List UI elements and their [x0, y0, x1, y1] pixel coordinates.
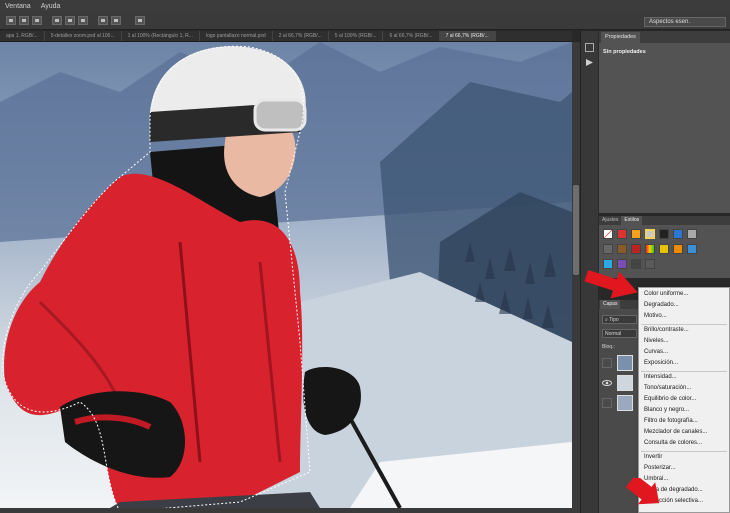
layer-filter-label: Tipo	[609, 317, 619, 323]
lock-label: Bloq.:	[602, 344, 615, 350]
menu-item-curvas[interactable]: Curvas...	[644, 349, 668, 355]
layer-thumbnail[interactable]	[617, 355, 633, 371]
tab-properties[interactable]: Propiedades	[601, 32, 640, 43]
style-rainbow-icon[interactable]	[645, 244, 655, 254]
menu-item-consulta-colores[interactable]: Consulta de colores...	[644, 440, 702, 446]
style-selected-icon[interactable]	[645, 229, 655, 239]
distribute-h-icon[interactable]	[98, 16, 108, 25]
menu-item-equilibrio-color[interactable]: Equilibrio de color...	[644, 396, 696, 402]
red-arrow-icon	[625, 478, 660, 505]
menu-item-filtro-fotografia[interactable]: Filtro de fotografía...	[644, 418, 698, 424]
tab-doc-5[interactable]: 2 al 66,7% (RGB/...	[273, 31, 329, 41]
align-middle-icon[interactable]	[19, 16, 29, 25]
align-bottom-icon[interactable]	[32, 16, 42, 25]
style-brown-icon[interactable]	[617, 244, 627, 254]
menu-item-intensidad[interactable]: Intensidad...	[644, 374, 677, 380]
horizontal-scrollbar[interactable]	[0, 508, 580, 513]
menu-item-exposicion[interactable]: Exposición...	[644, 360, 678, 366]
vertical-scrollbar[interactable]	[572, 42, 580, 508]
layer-visibility-toggle[interactable]	[602, 398, 612, 408]
auto-align-icon[interactable]	[135, 16, 145, 25]
properties-panel: Propiedades Sin propiedades	[598, 31, 730, 213]
style-amber-icon[interactable]	[673, 244, 683, 254]
style-orange-icon[interactable]	[631, 229, 641, 239]
distribute-v-icon[interactable]	[111, 16, 121, 25]
tab-estilos[interactable]: Estilos	[621, 216, 643, 225]
menu-item-niveles[interactable]: Niveles...	[644, 338, 669, 344]
menu-item-motivo[interactable]: Motivo...	[644, 313, 667, 319]
menu-ayuda[interactable]: Ayuda	[36, 3, 66, 10]
vertical-scroll-thumb[interactable]	[573, 185, 579, 275]
style-red-icon[interactable]	[617, 229, 627, 239]
no-properties-text: Sin propiedades	[603, 49, 646, 55]
style-blue-icon[interactable]	[673, 229, 683, 239]
ski-photo	[0, 42, 572, 508]
workspace-select[interactable]: Aspectos esen.	[644, 17, 726, 27]
style-sky-icon[interactable]	[687, 244, 697, 254]
style-black-icon[interactable]	[659, 229, 669, 239]
menu-item-tono-saturacion[interactable]: Tono/saturación...	[644, 385, 691, 391]
tab-doc-1[interactable]: apa 1, RGB/...	[0, 31, 45, 41]
options-bar	[0, 12, 730, 30]
distribute-right-icon[interactable]	[78, 16, 88, 25]
menu-item-posterizar[interactable]: Posterizar...	[644, 465, 676, 471]
style-crimson-icon[interactable]	[631, 244, 641, 254]
menu-item-brillo-contraste[interactable]: Brillo/contraste...	[644, 327, 689, 333]
tab-doc-8[interactable]: 7 al 66,7% (RGB/...	[439, 31, 496, 41]
history-icon[interactable]	[585, 43, 594, 52]
menu-item-blanco-negro[interactable]: Blanco y negro...	[644, 407, 689, 413]
document-tabs: apa 1, RGB/... 5-detalles zoom.psd al 10…	[0, 31, 572, 42]
tab-doc-3[interactable]: 1 al 100% (Rectángulo 1, R...	[122, 31, 200, 41]
menu-ventana[interactable]: Ventana	[0, 3, 36, 10]
red-arrow-icon	[584, 269, 638, 299]
distribute-center-icon[interactable]	[65, 16, 75, 25]
style-none-icon[interactable]	[603, 229, 613, 239]
tab-capas[interactable]: Capas	[600, 300, 621, 309]
menu-bar: Ventana Ayuda	[0, 0, 730, 12]
menu-item-invertir[interactable]: Invertir	[644, 454, 662, 460]
tab-doc-2[interactable]: 5-detalles zoom.psd al 100...	[45, 31, 122, 41]
tab-doc-6[interactable]: 5 al 100% (RGB/...	[329, 31, 384, 41]
menu-item-mezclador-canales[interactable]: Mezclador de canales...	[644, 429, 707, 435]
play-icon[interactable]	[585, 58, 594, 67]
menu-item-degradado[interactable]: Degradado...	[644, 302, 679, 308]
tab-ajustes[interactable]: Ajustes	[599, 216, 621, 225]
layer-thumbnail[interactable]	[617, 395, 633, 411]
menu-item-color-uniforme[interactable]: Color uniforme...	[644, 291, 688, 297]
tab-doc-7[interactable]: 6 al 66,7% (RGB/...	[383, 31, 440, 41]
menu-separator	[641, 451, 727, 452]
layer-visibility-toggle[interactable]	[602, 358, 612, 368]
tab-doc-4[interactable]: logo pantallazo normal.psd	[200, 31, 273, 41]
style-gray-icon[interactable]	[687, 229, 697, 239]
distribute-left-icon[interactable]	[52, 16, 62, 25]
menu-separator	[641, 324, 727, 325]
style-slate-icon[interactable]	[645, 259, 655, 269]
eye-icon[interactable]	[602, 378, 612, 388]
style-yellow-icon[interactable]	[659, 244, 669, 254]
blend-mode-select[interactable]: Normal	[602, 329, 637, 338]
layer-thumbnail[interactable]	[617, 375, 633, 391]
document-canvas[interactable]: stuf	[0, 42, 572, 508]
helmet-logo-text: stuf	[190, 64, 218, 81]
align-top-icon[interactable]	[6, 16, 16, 25]
properties-panel-header: Propiedades	[599, 31, 730, 43]
menu-separator	[641, 371, 727, 372]
layer-filter-kind[interactable]: ⌕ Tipo	[602, 315, 637, 324]
style-dark-icon[interactable]	[603, 244, 613, 254]
adjustments-panel-header: Ajustes Estilos	[599, 216, 730, 225]
